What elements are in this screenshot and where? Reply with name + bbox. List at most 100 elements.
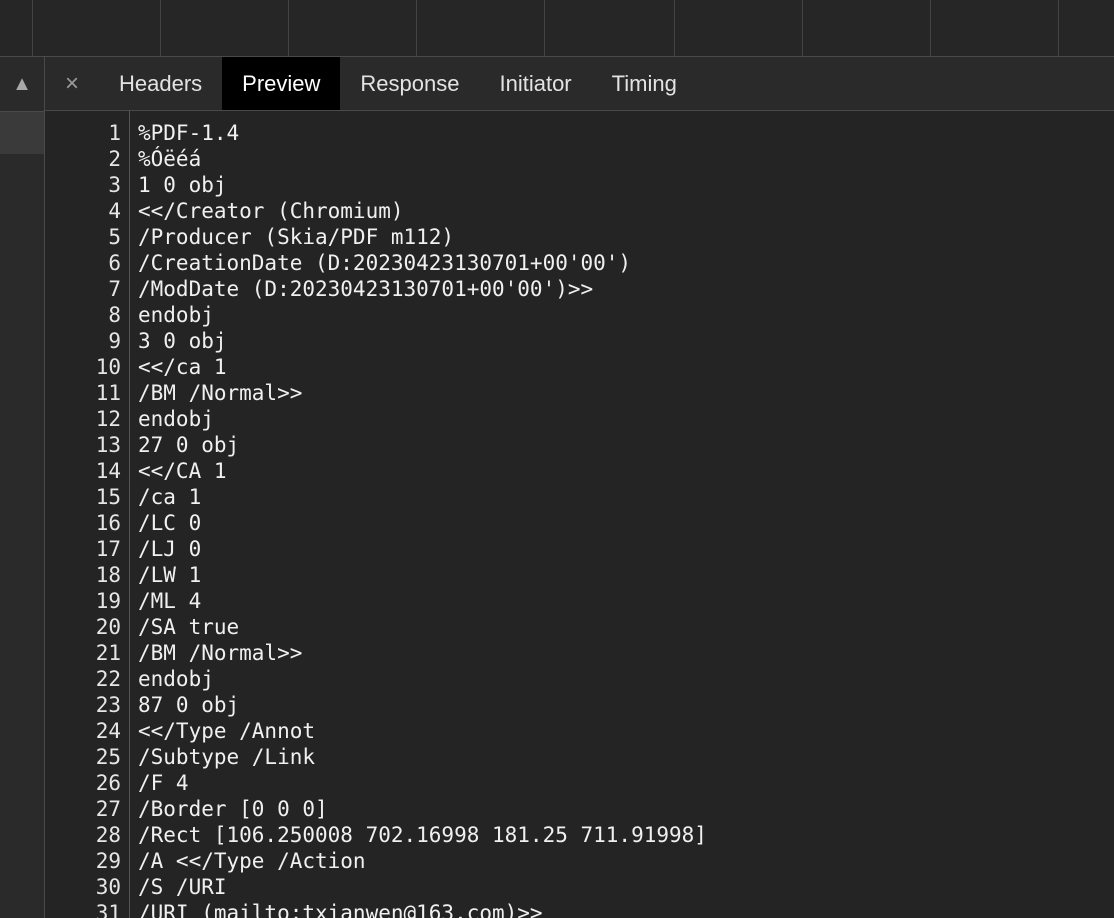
code-line: 23 87 0 obj xyxy=(45,692,1114,718)
line-number: 29 xyxy=(95,849,121,873)
line-number: 2 xyxy=(108,147,121,171)
preview-source-view[interactable]: 1 %PDF-1.4 2 %Óëéá 3 1 0 obj 4 <</Creator (Chro… xyxy=(45,111,1114,918)
code-text[interactable]: 3 0 obj xyxy=(138,328,227,354)
code-text[interactable]: /S /URI xyxy=(138,874,227,900)
line-number: 14 xyxy=(95,459,121,483)
code-text[interactable]: /LJ 0 xyxy=(138,536,201,562)
line-number: 12 xyxy=(95,407,121,431)
line-number: 24 xyxy=(95,719,121,743)
request-list-collapsed: ▲ xyxy=(0,57,45,918)
line-number: 4 xyxy=(108,199,121,223)
code-text[interactable]: /BM /Normal>> xyxy=(138,380,302,406)
code-line: 27/Border [0 0 0] xyxy=(45,796,1114,822)
code-line: 8 endobj xyxy=(45,302,1114,328)
code-text[interactable]: <</ca 1 xyxy=(138,354,227,380)
code-line: 31/URI (mailto:txianwen@163.com)>> xyxy=(45,900,1114,918)
tab-timing[interactable]: Timing xyxy=(592,57,697,110)
line-number: 16 xyxy=(95,511,121,535)
code-line: 22 endobj xyxy=(45,666,1114,692)
code-line: 7/ModDate (D:20230423130701+00'00')>> xyxy=(45,276,1114,302)
code-text[interactable]: <</Type /Annot xyxy=(138,718,315,744)
line-number: 19 xyxy=(95,589,121,613)
code-text[interactable]: /LC 0 xyxy=(138,510,201,536)
code-line: 24 <</Type /Annot xyxy=(45,718,1114,744)
code-line: 17/LJ 0 xyxy=(45,536,1114,562)
close-icon[interactable]: × xyxy=(45,57,99,110)
tab-response[interactable]: Response xyxy=(340,57,479,110)
code-text[interactable]: %PDF-1.4 xyxy=(138,120,239,146)
code-text[interactable]: /Rect [106.250008 702.16998 181.25 711.9… xyxy=(138,822,707,848)
code-text[interactable]: /ca 1 xyxy=(138,484,201,510)
code-text[interactable]: /BM /Normal>> xyxy=(138,640,302,666)
line-number: 10 xyxy=(95,355,121,379)
code-text[interactable]: <</Creator (Chromium) xyxy=(138,198,404,224)
line-number: 7 xyxy=(108,277,121,301)
code-text[interactable]: /Subtype /Link xyxy=(138,744,315,770)
code-text[interactable]: endobj xyxy=(138,666,214,692)
code-line: 19/ML 4 xyxy=(45,588,1114,614)
tab-initiator[interactable]: Initiator xyxy=(479,57,591,110)
line-number: 26 xyxy=(95,771,121,795)
tab-headers[interactable]: Headers xyxy=(99,57,222,110)
code-line: 20/SA true xyxy=(45,614,1114,640)
selected-request-row[interactable] xyxy=(0,112,44,154)
code-line: 9 3 0 obj xyxy=(45,328,1114,354)
code-line: 29/A <</Type /Action xyxy=(45,848,1114,874)
code-line: 21/BM /Normal>> xyxy=(45,640,1114,666)
grid-divider xyxy=(160,0,161,56)
code-text[interactable]: /A <</Type /Action xyxy=(138,848,366,874)
code-text[interactable]: 87 0 obj xyxy=(138,692,239,718)
code-text[interactable]: endobj xyxy=(138,406,214,432)
code-text[interactable]: %Óëéá xyxy=(138,146,201,172)
code-text[interactable]: /Border [0 0 0] xyxy=(138,796,328,822)
code-line: 15/ca 1 xyxy=(45,484,1114,510)
code-text[interactable]: /URI (mailto:txianwen@163.com)>> xyxy=(138,900,543,918)
code-text[interactable]: /ModDate (D:20230423130701+00'00')>> xyxy=(138,276,593,302)
code-text[interactable]: /F 4 xyxy=(138,770,189,796)
line-number: 3 xyxy=(108,173,121,197)
devtools-network-panel: ▲ × Headers Preview Response Initiator T… xyxy=(0,0,1114,918)
grid-divider xyxy=(416,0,417,56)
line-number: 21 xyxy=(95,641,121,665)
code-line: 28/Rect [106.250008 702.16998 181.25 711… xyxy=(45,822,1114,848)
line-number: 30 xyxy=(95,875,121,899)
code-text[interactable]: /ML 4 xyxy=(138,588,201,614)
code-line: 6/CreationDate (D:20230423130701+00'00') xyxy=(45,250,1114,276)
line-number: 23 xyxy=(95,693,121,717)
grid-divider xyxy=(930,0,931,56)
line-number: 5 xyxy=(108,225,121,249)
line-number: 25 xyxy=(95,745,121,769)
grid-divider xyxy=(288,0,289,56)
grid-divider xyxy=(674,0,675,56)
code-text[interactable]: 1 0 obj xyxy=(138,172,227,198)
line-number: 17 xyxy=(95,537,121,561)
code-text[interactable]: /LW 1 xyxy=(138,562,201,588)
code-line: 10 <</ca 1 xyxy=(45,354,1114,380)
code-line: 1 %PDF-1.4 xyxy=(45,120,1114,146)
tab-preview[interactable]: Preview xyxy=(222,57,341,110)
line-number: 28 xyxy=(95,823,121,847)
line-number: 27 xyxy=(95,797,121,821)
code-text[interactable]: <</CA 1 xyxy=(138,458,227,484)
scroll-up-arrow-icon[interactable]: ▲ xyxy=(0,57,44,112)
line-number: 9 xyxy=(108,329,121,353)
code-line: 13 27 0 obj xyxy=(45,432,1114,458)
code-line: 26/F 4 xyxy=(45,770,1114,796)
code-line: 12 endobj xyxy=(45,406,1114,432)
code-line: 25/Subtype /Link xyxy=(45,744,1114,770)
code-line: 11/BM /Normal>> xyxy=(45,380,1114,406)
grid-divider xyxy=(802,0,803,56)
network-waterfall-grid xyxy=(0,0,1114,57)
code-line: 2 %Óëéá xyxy=(45,146,1114,172)
code-line: 30/S /URI xyxy=(45,874,1114,900)
code-line: 5/Producer (Skia/PDF m112) xyxy=(45,224,1114,250)
code-text[interactable]: /Producer (Skia/PDF m112) xyxy=(138,224,454,250)
code-line: 3 1 0 obj xyxy=(45,172,1114,198)
line-number: 13 xyxy=(95,433,121,457)
code-text[interactable]: /SA true xyxy=(138,614,239,640)
code-text[interactable]: 27 0 obj xyxy=(138,432,239,458)
code-text[interactable]: endobj xyxy=(138,302,214,328)
code-line: 18/LW 1 xyxy=(45,562,1114,588)
line-number: 18 xyxy=(95,563,121,587)
code-text[interactable]: /CreationDate (D:20230423130701+00'00') xyxy=(138,250,631,276)
